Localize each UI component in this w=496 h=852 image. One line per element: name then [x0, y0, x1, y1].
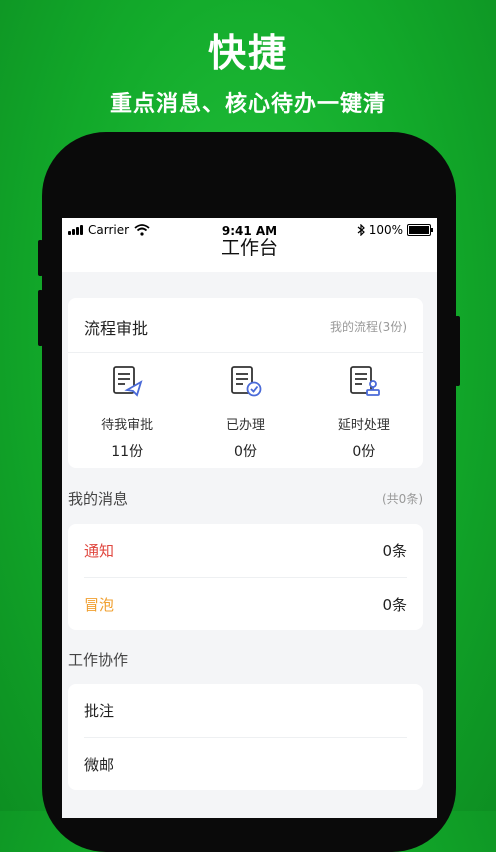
messages-card: 通知 0条 冒泡 0条 [68, 524, 423, 630]
message-count: 0条 [382, 542, 407, 560]
collab-label: 批注 [84, 702, 115, 720]
done-check-icon [231, 366, 262, 397]
flow-approval-title: 流程审批 [84, 319, 149, 338]
approve-send-icon [113, 366, 143, 397]
flow-item-count: 11份 [111, 444, 144, 460]
flow-item-label: 延时处理 [337, 418, 390, 433]
my-flow-link[interactable]: 我的流程(3份) [330, 318, 407, 335]
collab-section-title: 工作协作 [68, 651, 129, 669]
collab-row-micromail[interactable]: 微邮 [84, 738, 407, 790]
delay-stamp-icon [349, 366, 380, 396]
app-screen: Carrier 9:41 AM 100% 工作台 流程审批 我的流程(3份) 待… [62, 218, 437, 818]
page-title: 工作台 [220, 237, 278, 259]
message-row-bubble[interactable]: 冒泡 0条 [84, 578, 407, 630]
message-label: 通知 [84, 542, 115, 560]
flow-item-count: 0份 [352, 444, 376, 460]
flow-item-delayed[interactable]: 延时处理 0份 [305, 364, 423, 461]
flow-item-label: 待我审批 [101, 418, 154, 433]
messages-section-title: 我的消息 [68, 490, 129, 508]
phone-side-button [455, 316, 460, 386]
message-count: 0条 [382, 596, 407, 614]
phone-side-button [38, 290, 43, 346]
collab-label: 微邮 [84, 756, 115, 774]
flow-item-count: 0份 [234, 444, 257, 460]
bluetooth-icon [357, 224, 365, 236]
flow-item-pending[interactable]: 待我审批 11份 [68, 364, 186, 461]
message-row-notice[interactable]: 通知 0条 [84, 524, 407, 576]
flow-item-done[interactable]: 已办理 0份 [186, 364, 304, 461]
promo-headline: 快捷 [207, 31, 288, 75]
message-label: 冒泡 [84, 596, 115, 614]
flow-item-label: 已办理 [225, 418, 265, 433]
battery-percent: 100% [368, 223, 403, 237]
messages-total: (共0条) [382, 492, 423, 506]
nav-bar: 工作台 [62, 236, 437, 272]
collab-row-annotation[interactable]: 批注 [84, 684, 407, 736]
flow-approval-card: 流程审批 我的流程(3份) 待我审批 11份 已办理 0份 延时处理 0份 [68, 298, 423, 468]
promo-subline: 重点消息、核心待办一键清 [109, 92, 386, 117]
collab-card: 批注 微邮 [68, 684, 423, 790]
battery-icon [407, 224, 433, 236]
flow-approval-header: 流程审批 我的流程(3份) [68, 298, 423, 353]
phone-side-button [38, 240, 43, 276]
